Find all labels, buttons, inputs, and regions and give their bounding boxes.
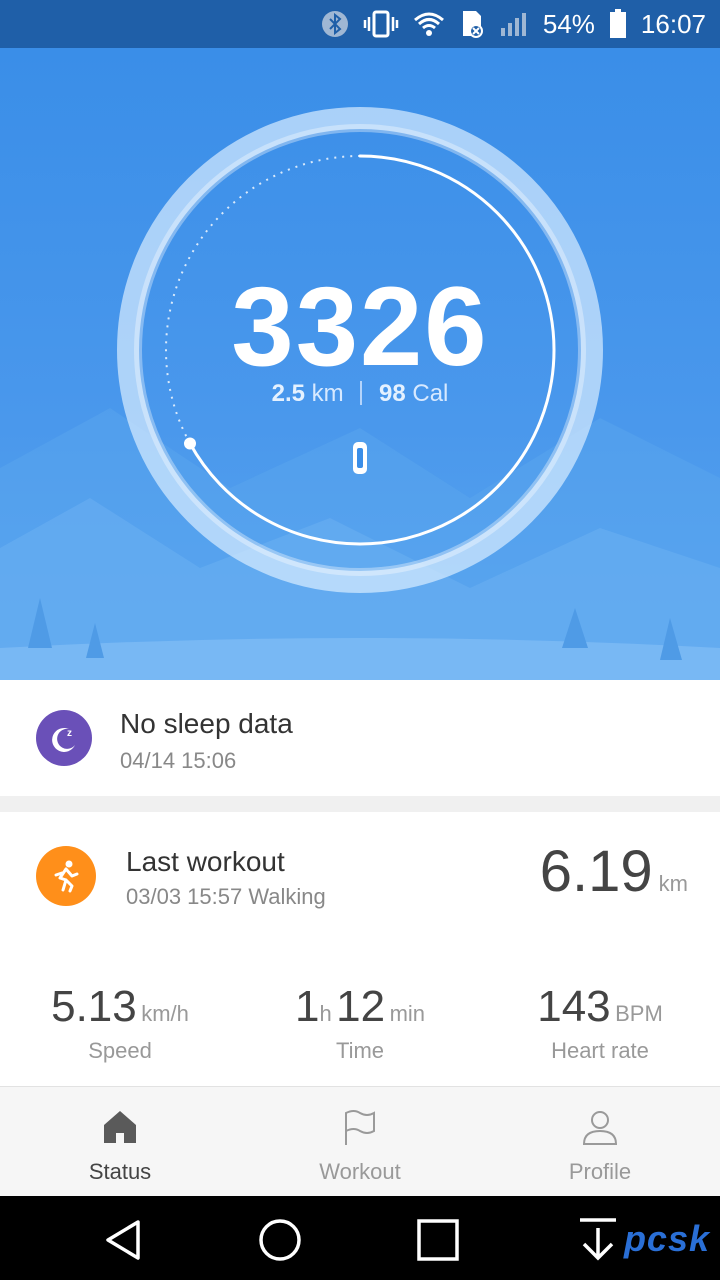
system-nav-bar: pcsk: [0, 1196, 720, 1280]
notification-pull-icon[interactable]: [574, 1216, 622, 1264]
person-icon: [582, 1111, 618, 1145]
tab-status-label: Status: [88, 1159, 152, 1184]
distance-calories: 2.5 km 98 Cal: [0, 380, 720, 408]
home-button-icon[interactable]: [256, 1216, 304, 1264]
sleep-timestamp: 04/14 15:06: [120, 748, 237, 773]
svg-text:z: z: [67, 728, 72, 739]
workout-distance-unit: km: [658, 871, 688, 896]
tab-workout-label: Workout: [319, 1159, 401, 1184]
tab-profile-label: Profile: [568, 1159, 632, 1184]
back-icon[interactable]: [100, 1216, 148, 1264]
time-minutes-unit: min: [389, 1001, 426, 1026]
clock: 16:07: [640, 8, 706, 39]
speed-value: 5.13: [51, 982, 137, 1031]
bluetooth-icon: [321, 10, 349, 38]
heart-rate-label: Heart rate: [551, 1038, 649, 1063]
calories-value: 98: [379, 380, 406, 407]
bottom-tab-bar: Status Workout Profile: [0, 1086, 720, 1196]
speed-label: Speed: [88, 1038, 152, 1063]
heart-rate-metric: 143 BPM Heart rate: [480, 982, 720, 1064]
calories-unit: Cal: [412, 380, 449, 407]
heart-rate-value: 143: [537, 982, 611, 1031]
battery-icon: [609, 9, 627, 39]
recents-icon[interactable]: [414, 1216, 462, 1264]
band-icon: [353, 442, 367, 474]
time-metric: 1h 12 min Time: [240, 982, 480, 1064]
workout-subtitle: 03/03 15:57 Walking: [126, 884, 326, 909]
card-divider: [0, 796, 720, 812]
tab-workout[interactable]: Workout: [240, 1087, 480, 1197]
speed-unit: km/h: [141, 1001, 189, 1026]
separator: [360, 381, 363, 405]
sleep-card[interactable]: z No sleep data 04/14 15:06: [0, 680, 720, 796]
workout-distance-value: 6.19: [539, 839, 653, 904]
time-minutes: 12: [336, 982, 386, 1031]
runner-icon: [36, 846, 96, 906]
flag-icon: [345, 1110, 375, 1145]
home-icon: [104, 1111, 136, 1143]
vibrate-icon: [363, 9, 399, 39]
distance-unit: km: [311, 380, 344, 407]
progress-end-dot: [183, 437, 196, 450]
distance-value: 2.5: [271, 380, 305, 407]
tab-profile[interactable]: Profile: [480, 1087, 720, 1197]
sd-card-icon: [459, 9, 485, 39]
sleep-title: No sleep data: [120, 708, 293, 739]
time-label: Time: [335, 1038, 385, 1063]
step-summary-panel[interactable]: 3326 2.5 km 98 Cal: [0, 48, 720, 680]
time-hours-unit: h: [319, 1001, 332, 1026]
battery-percent: 54%: [542, 8, 595, 39]
last-workout-card[interactable]: Last workout 03/03 15:57 Walking 6.19 km …: [0, 812, 720, 1086]
watermark: pcsk: [623, 1218, 710, 1259]
step-count: 3326: [231, 264, 489, 389]
speed-metric: 5.13 km/h Speed: [0, 982, 240, 1064]
wifi-icon: [413, 11, 445, 37]
workout-distance: 6.19 km: [540, 838, 688, 905]
status-bar: 54% 16:07: [0, 0, 720, 48]
signal-icon: [499, 10, 529, 38]
tab-status[interactable]: Status: [0, 1087, 240, 1197]
time-hours: 1: [294, 982, 320, 1031]
workout-title: Last workout: [126, 846, 285, 877]
moon-icon: z: [36, 710, 92, 766]
heart-rate-unit: BPM: [615, 1001, 663, 1026]
